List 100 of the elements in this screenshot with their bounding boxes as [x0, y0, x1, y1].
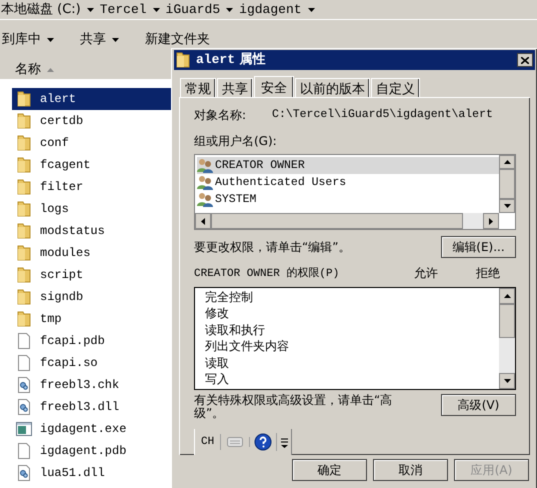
scroll-up-icon	[504, 160, 510, 164]
window-title: alert 属性	[196, 51, 266, 70]
file-name: tmp	[40, 311, 62, 328]
file-name: alert	[40, 91, 76, 108]
permission-name: 列出文件夹内容	[205, 338, 289, 354]
file-name: conf	[40, 135, 69, 152]
object-path: C:\Tercel\iGuard5\igdagent\alert	[272, 107, 493, 124]
file-name: signdb	[40, 289, 84, 306]
file-row[interactable]: fcapi.so	[12, 352, 172, 374]
folder-icon	[17, 91, 31, 107]
file-row[interactable]: filter	[12, 176, 172, 198]
folder-icon	[17, 201, 31, 217]
file-row[interactable]: certdb	[12, 110, 172, 132]
folder-icon	[17, 267, 31, 283]
file-row[interactable]: igdagent.exe	[12, 418, 172, 440]
caret-icon	[226, 8, 234, 12]
horizontal-scrollbar[interactable]	[195, 213, 499, 229]
ime-language[interactable]: CH	[195, 434, 222, 450]
folder-icon	[17, 179, 31, 195]
folder-icon	[17, 245, 31, 261]
allow-header: 允许	[414, 264, 439, 282]
folder-icon	[17, 311, 31, 327]
file-name: lua51.dll	[40, 465, 105, 482]
file-row[interactable]: tmp	[12, 308, 172, 330]
tab[interactable]: 自定义	[371, 78, 420, 97]
dialog-button[interactable]: 确定	[292, 459, 367, 481]
user-row[interactable]: Authenticated Users	[197, 174, 499, 191]
folder-icon	[17, 135, 31, 151]
file-row[interactable]: conf	[12, 132, 172, 154]
file-row[interactable]: freebl3.chk	[12, 374, 172, 396]
toolbar-button[interactable]: 新建文件夹	[139, 30, 216, 50]
file-name: freebl3.dll	[40, 399, 120, 416]
permissions-label: CREATOR OWNER 的权限(P)	[194, 266, 340, 282]
folder-icon	[17, 113, 31, 129]
users-icon	[197, 175, 213, 190]
close-icon	[521, 56, 529, 64]
toolbar-button[interactable]: 共享	[74, 30, 125, 50]
scroll-down-icon	[504, 378, 510, 382]
file-row[interactable]: fcapi.pdb	[12, 330, 172, 352]
tab[interactable]: 常规	[180, 78, 216, 97]
user-row[interactable]: CREATOR OWNER	[197, 157, 499, 174]
file-name: fcapi.pdb	[40, 333, 105, 350]
scrollbar[interactable]	[499, 155, 515, 213]
tab[interactable]: 共享	[217, 78, 253, 97]
file-row[interactable]: logs	[12, 198, 172, 220]
users-icon	[197, 192, 213, 207]
file-row[interactable]: script	[12, 264, 172, 286]
caret-icon	[86, 8, 94, 12]
file-row[interactable]: fcagent	[12, 154, 172, 176]
breadcrumb[interactable]: igdagent	[239, 0, 302, 20]
dialog-button[interactable]: 高级(V)	[441, 394, 516, 416]
file-name: fcagent	[40, 157, 90, 174]
file-row[interactable]: freebl3.dll	[12, 396, 172, 418]
column-header[interactable]: 名称	[15, 60, 41, 80]
permission-name: 读取	[205, 354, 229, 371]
users-icon	[197, 158, 213, 173]
document-icon	[18, 443, 30, 459]
file-name: certdb	[40, 113, 84, 130]
file-row[interactable]: alert	[12, 88, 172, 110]
file-row[interactable]: modstatus	[12, 220, 172, 242]
breadcrumb[interactable]: 本地磁盘 (C:)	[1, 0, 81, 20]
file-name: modstatus	[40, 223, 105, 240]
file-name: igdagent.exe	[40, 421, 126, 438]
help-icon[interactable]	[254, 433, 272, 451]
file-name: filter	[40, 179, 84, 196]
scrollbar[interactable]	[499, 288, 515, 388]
toolbar-button[interactable]: 到库中	[0, 30, 60, 50]
tab[interactable]: 以前的版本	[295, 78, 370, 97]
scroll-right-icon	[489, 218, 493, 224]
permission-name: 完全控制	[205, 288, 253, 305]
file-name: fcapi.so	[40, 355, 98, 372]
scroll-up-icon	[504, 294, 510, 298]
file-name: igdagent.pdb	[40, 443, 126, 460]
folder-icon	[17, 223, 31, 239]
tab[interactable]: 安全	[254, 76, 294, 98]
folder-icon	[176, 52, 190, 68]
folder-icon	[17, 157, 31, 173]
gear-document-icon	[18, 377, 30, 393]
file-name: freebl3.chk	[40, 377, 120, 394]
breadcrumb[interactable]: Tercel	[100, 0, 147, 20]
breadcrumb[interactable]: iGuard5	[166, 0, 220, 20]
dialog-button[interactable]: 编辑(E)...	[441, 236, 516, 258]
document-icon	[18, 355, 30, 371]
file-row[interactable]: lua51.dll	[12, 462, 172, 484]
permission-name: 读取和执行	[205, 322, 265, 338]
document-icon	[18, 333, 30, 349]
dialog-button[interactable]: 取消	[373, 459, 448, 481]
object-name-label: 对象名称:	[194, 107, 246, 124]
file-row[interactable]: igdagent.pdb	[12, 440, 172, 462]
file-row[interactable]: signdb	[12, 286, 172, 308]
caret-icon	[308, 8, 315, 12]
close-button[interactable]	[517, 53, 533, 67]
deny-header: 拒绝	[476, 264, 501, 282]
user-row[interactable]: SYSTEM	[197, 191, 499, 208]
file-name: modules	[40, 245, 90, 262]
edit-hint: 要更改权限，请单击“编辑”。	[194, 239, 350, 256]
gear-document-icon	[18, 465, 30, 481]
file-row[interactable]: modules	[12, 242, 172, 264]
permission-name: 写入	[205, 371, 229, 388]
user-name: SYSTEM	[215, 192, 256, 208]
